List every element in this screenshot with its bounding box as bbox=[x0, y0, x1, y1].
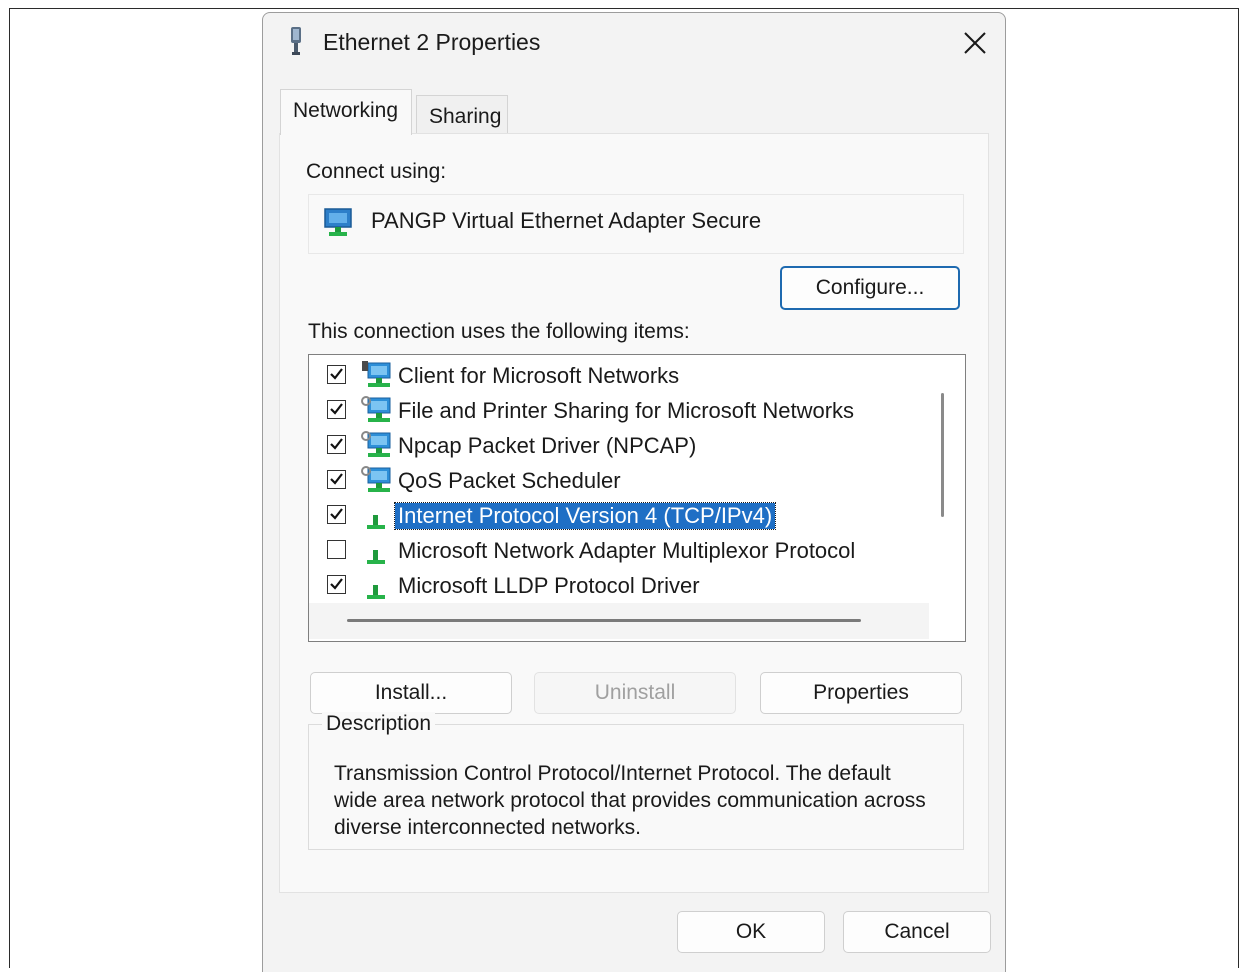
adapter-name: PANGP Virtual Ethernet Adapter Secure bbox=[371, 208, 762, 233]
adapter-box: PANGP Virtual Ethernet Adapter Secure bbox=[308, 194, 964, 254]
description-text: Transmission Control Protocol/Internet P… bbox=[334, 762, 926, 839]
network-client-icon bbox=[362, 361, 391, 387]
item-label: Client for Microsoft Networks bbox=[398, 363, 680, 388]
network-service-icon bbox=[361, 466, 391, 492]
properties-dialog: Ethernet 2 Properties Networking Sharing… bbox=[262, 12, 1006, 972]
uninstall-button: Uninstall bbox=[534, 672, 736, 714]
list-item[interactable]: File and Printer Sharing for Microsoft N… bbox=[309, 394, 909, 429]
item-checkbox[interactable] bbox=[327, 575, 346, 594]
list-item[interactable]: Microsoft LLDP Protocol Driver bbox=[309, 569, 909, 604]
checkmark-icon bbox=[330, 473, 343, 485]
tab-networking[interactable]: Networking bbox=[280, 89, 412, 135]
protocol-icon bbox=[367, 515, 385, 529]
protocol-icon bbox=[367, 550, 385, 564]
item-checkbox[interactable] bbox=[327, 400, 346, 419]
network-service-icon bbox=[361, 396, 391, 422]
network-service-icon bbox=[361, 431, 391, 457]
item-label: Microsoft Network Adapter Multiplexor Pr… bbox=[398, 538, 856, 563]
close-icon bbox=[964, 32, 986, 54]
checkmark-icon bbox=[330, 508, 343, 520]
horizontal-scrollbar[interactable] bbox=[347, 619, 861, 622]
protocol-icon bbox=[367, 585, 385, 599]
list-item[interactable]: Npcap Packet Driver (NPCAP) bbox=[309, 429, 909, 464]
network-adapter-icon bbox=[324, 208, 352, 236]
checkmark-icon bbox=[330, 578, 343, 590]
configure-button[interactable]: Configure... bbox=[780, 266, 960, 310]
dialog-title: Ethernet 2 Properties bbox=[323, 29, 541, 55]
item-label: File and Printer Sharing for Microsoft N… bbox=[398, 398, 855, 423]
item-label: QoS Packet Scheduler bbox=[398, 468, 621, 493]
connect-using-label: Connect using: bbox=[306, 160, 447, 183]
item-checkbox[interactable] bbox=[327, 470, 346, 489]
networking-panel: Connect using: PANGP Virtual Ethernet Ad… bbox=[279, 133, 989, 893]
item-label: Microsoft LLDP Protocol Driver bbox=[398, 573, 700, 598]
network-adapter-icon bbox=[291, 27, 301, 55]
item-checkbox[interactable] bbox=[327, 435, 346, 454]
connection-items-list[interactable]: Client for Microsoft Networks File and Pr… bbox=[308, 354, 966, 642]
properties-button[interactable]: Properties bbox=[760, 672, 962, 714]
list-item[interactable]: QoS Packet Scheduler bbox=[309, 464, 909, 499]
item-label: Internet Protocol Version 4 (TCP/IPv4) bbox=[393, 502, 777, 530]
description-legend: Description bbox=[322, 712, 436, 736]
close-button[interactable] bbox=[951, 23, 997, 63]
list-item[interactable]: Internet Protocol Version 4 (TCP/IPv4) bbox=[309, 499, 909, 534]
vertical-scrollbar[interactable] bbox=[941, 393, 944, 517]
item-checkbox[interactable] bbox=[327, 505, 346, 524]
items-label: This connection uses the following items… bbox=[308, 320, 690, 343]
cancel-button[interactable]: Cancel bbox=[843, 911, 991, 953]
checkmark-icon bbox=[330, 403, 343, 415]
item-checkbox[interactable] bbox=[327, 540, 346, 559]
install-button[interactable]: Install... bbox=[310, 672, 512, 714]
checkmark-icon bbox=[330, 438, 343, 450]
item-label: Npcap Packet Driver (NPCAP) bbox=[398, 433, 697, 458]
ok-button[interactable]: OK bbox=[677, 911, 825, 953]
list-item[interactable]: Client for Microsoft Networks bbox=[309, 359, 909, 394]
list-item[interactable]: Microsoft Network Adapter Multiplexor Pr… bbox=[309, 534, 909, 569]
item-checkbox[interactable] bbox=[327, 365, 346, 384]
checkmark-icon bbox=[330, 368, 343, 380]
tab-sharing[interactable]: Sharing bbox=[416, 95, 508, 135]
